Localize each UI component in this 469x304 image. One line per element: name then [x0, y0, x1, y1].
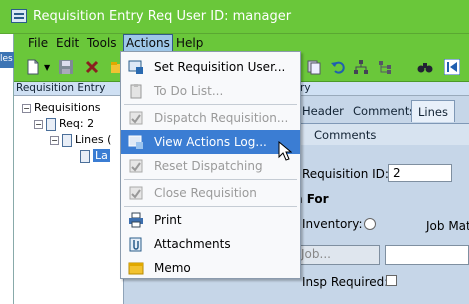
tree-node-lines[interactable]: − Lines (: [50, 133, 111, 147]
menu-separator: [124, 104, 297, 105]
tree-node-req[interactable]: − Req: 2: [34, 117, 94, 131]
menu-tools[interactable]: Tools: [87, 36, 117, 50]
menu-item-attachments[interactable]: Attachments: [121, 232, 300, 256]
tree-icon[interactable]: [377, 59, 393, 75]
save-icon[interactable]: [58, 59, 74, 75]
menu-separator: [124, 179, 297, 180]
memo-icon: [128, 262, 144, 275]
menu-separator: [124, 206, 297, 207]
window-title: Requisition Entry Req User ID: manager: [33, 9, 292, 24]
insp-required-label: Insp Required:: [302, 275, 389, 289]
menu-item-view-actions-log[interactable]: View Actions Log...: [121, 130, 300, 154]
dispatch-icon: [129, 111, 143, 125]
menu-item-set-requisition-user[interactable]: Set Requisition User...: [121, 55, 300, 79]
undo-icon[interactable]: [330, 59, 346, 75]
insp-required-checkbox[interactable]: [386, 275, 397, 286]
inventory-radio[interactable]: [364, 218, 376, 230]
new-document-icon[interactable]: [25, 59, 41, 75]
menu-item-dispatch-requisition[interactable]: Dispatch Requisition...: [121, 106, 300, 130]
menu-item-to-do-list[interactable]: To Do List...: [121, 79, 300, 103]
tree-panel-header: Requisition Entry: [14, 82, 123, 96]
app-icon: [11, 9, 27, 23]
left-edge-panel: les: [0, 34, 14, 304]
menu-item-close-requisition[interactable]: Close Requisition: [121, 181, 300, 205]
mouse-cursor-icon: [278, 141, 292, 161]
menu-file[interactable]: File: [28, 36, 48, 50]
reset-icon: [129, 159, 143, 173]
collapse-toggle-icon[interactable]: −: [34, 119, 43, 129]
menu-actions[interactable]: Actions: [123, 34, 173, 52]
paperclip-icon: [129, 237, 142, 252]
user-icon: [128, 60, 143, 74]
delete-icon[interactable]: [84, 59, 100, 75]
job-field[interactable]: [385, 245, 469, 265]
clipboard-icon: [130, 84, 142, 99]
title-bar: Requisition Entry Req User ID: manager: [0, 0, 469, 34]
subtab-comments[interactable]: Comments: [314, 128, 376, 142]
menu-bar: File Edit Tools Actions Help: [14, 34, 469, 52]
document-icon: [80, 149, 90, 163]
first-record-icon[interactable]: [444, 59, 460, 75]
application-window: Requisition Entry Req User ID: manager l…: [0, 0, 469, 304]
actions-menu: Set Requisition User... To Do List... Di…: [120, 51, 301, 279]
job-button[interactable]: Job...: [296, 245, 380, 265]
collapse-toggle-icon[interactable]: −: [50, 135, 59, 145]
tab-lines[interactable]: Lines: [411, 100, 455, 122]
binoculars-icon[interactable]: [417, 59, 433, 75]
close-req-icon: [129, 186, 143, 200]
document-icon: [46, 117, 56, 131]
requisition-id-field[interactable]: 2: [388, 164, 452, 182]
collapse-toggle-icon[interactable]: −: [22, 103, 31, 113]
requisition-id-label: Requisition ID:: [302, 167, 389, 181]
menu-help[interactable]: Help: [176, 36, 203, 50]
menu-edit[interactable]: Edit: [56, 36, 79, 50]
tree-node-line[interactable]: La: [80, 149, 110, 163]
hierarchy-icon[interactable]: [353, 59, 369, 75]
tab-header[interactable]: Header: [296, 100, 350, 122]
inventory-label: Inventory:: [302, 217, 363, 231]
menu-item-print[interactable]: Print: [121, 208, 300, 232]
copy-icon[interactable]: [306, 59, 322, 75]
menu-item-reset-dispatching[interactable]: Reset Dispatching: [121, 154, 300, 178]
log-icon: [128, 135, 143, 149]
printer-icon: [129, 212, 143, 228]
job-mat-label: Job Mat: [426, 219, 469, 233]
menu-item-memo[interactable]: Memo: [121, 256, 300, 280]
document-icon: [62, 133, 72, 147]
navigation-tree-panel: Requisition Entry − Requisitions − Req: 2 …: [14, 82, 124, 304]
new-dropdown-arrow-icon[interactable]: ▼: [44, 63, 50, 72]
left-edge-label: les: [0, 54, 13, 64]
tree-node-requisitions[interactable]: − Requisitions: [22, 101, 101, 114]
